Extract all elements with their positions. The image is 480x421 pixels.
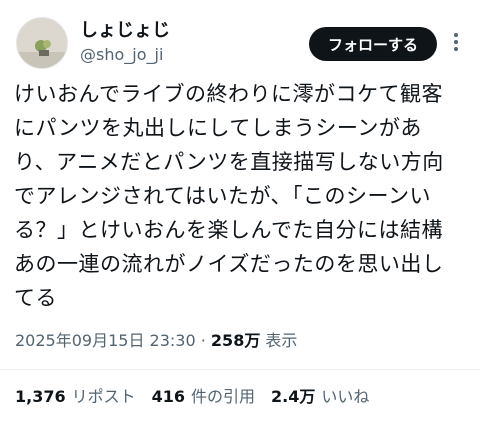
user-handle[interactable]: @sho_jo_ji — [80, 45, 163, 65]
views-label: 表示 — [265, 331, 298, 350]
quotes-stat[interactable]: 416 件の引用 — [152, 386, 255, 408]
tweet-meta: 2025年09月15日 23:30 · 258万 表示 — [15, 330, 297, 352]
views-count: 258万 — [210, 331, 261, 350]
likes-count: 2.4万 — [271, 387, 316, 406]
divider — [0, 369, 480, 370]
quotes-count: 416 — [151, 387, 186, 406]
tweet-line: けいおんでライブの終わりに澪がコケて観客 — [14, 82, 443, 106]
tweet-line: り、アニメだとパンツを直接描写しない方向 — [14, 150, 444, 174]
tweet-text: けいおんでライブの終わりに澪がコケて観客 にパンツを丸出しにしてしまうシーンがあ… — [14, 77, 470, 315]
tweet-line: にパンツを丸出しにしてしまうシーンがあ — [14, 116, 422, 140]
reposts-stat[interactable]: 1,376 リポスト — [15, 386, 136, 408]
engagement-stats: 1,376 リポスト 416 件の引用 2.4万 いいね — [15, 386, 385, 408]
tweet-line: る？」とけいおんを楽しんでた自分には結構 — [14, 218, 443, 242]
avatar-image — [17, 18, 67, 68]
dot — [454, 40, 458, 44]
tweet-line: でアレンジされてはいたが、「このシーンい — [14, 184, 431, 208]
tweet-line: てる — [14, 286, 57, 310]
display-name[interactable]: しょじょじ — [80, 20, 170, 42]
tweet-line: あの一連の流れがノイズだったのを思い出し — [14, 252, 444, 276]
likes-label: いいね — [321, 387, 370, 406]
reposts-count: 1,376 — [15, 387, 66, 406]
quotes-label: 件の引用 — [191, 387, 256, 406]
reposts-label: リポスト — [71, 387, 136, 406]
meta-separator: · — [200, 331, 206, 350]
dot — [454, 33, 458, 37]
dot — [454, 47, 458, 51]
follow-button[interactable]: フォローする — [309, 27, 437, 61]
likes-stat[interactable]: 2.4万 いいね — [271, 386, 369, 408]
more-options-icon[interactable] — [446, 30, 466, 54]
avatar[interactable] — [16, 17, 68, 69]
timestamp[interactable]: 2025年09月15日 23:30 — [15, 331, 196, 350]
